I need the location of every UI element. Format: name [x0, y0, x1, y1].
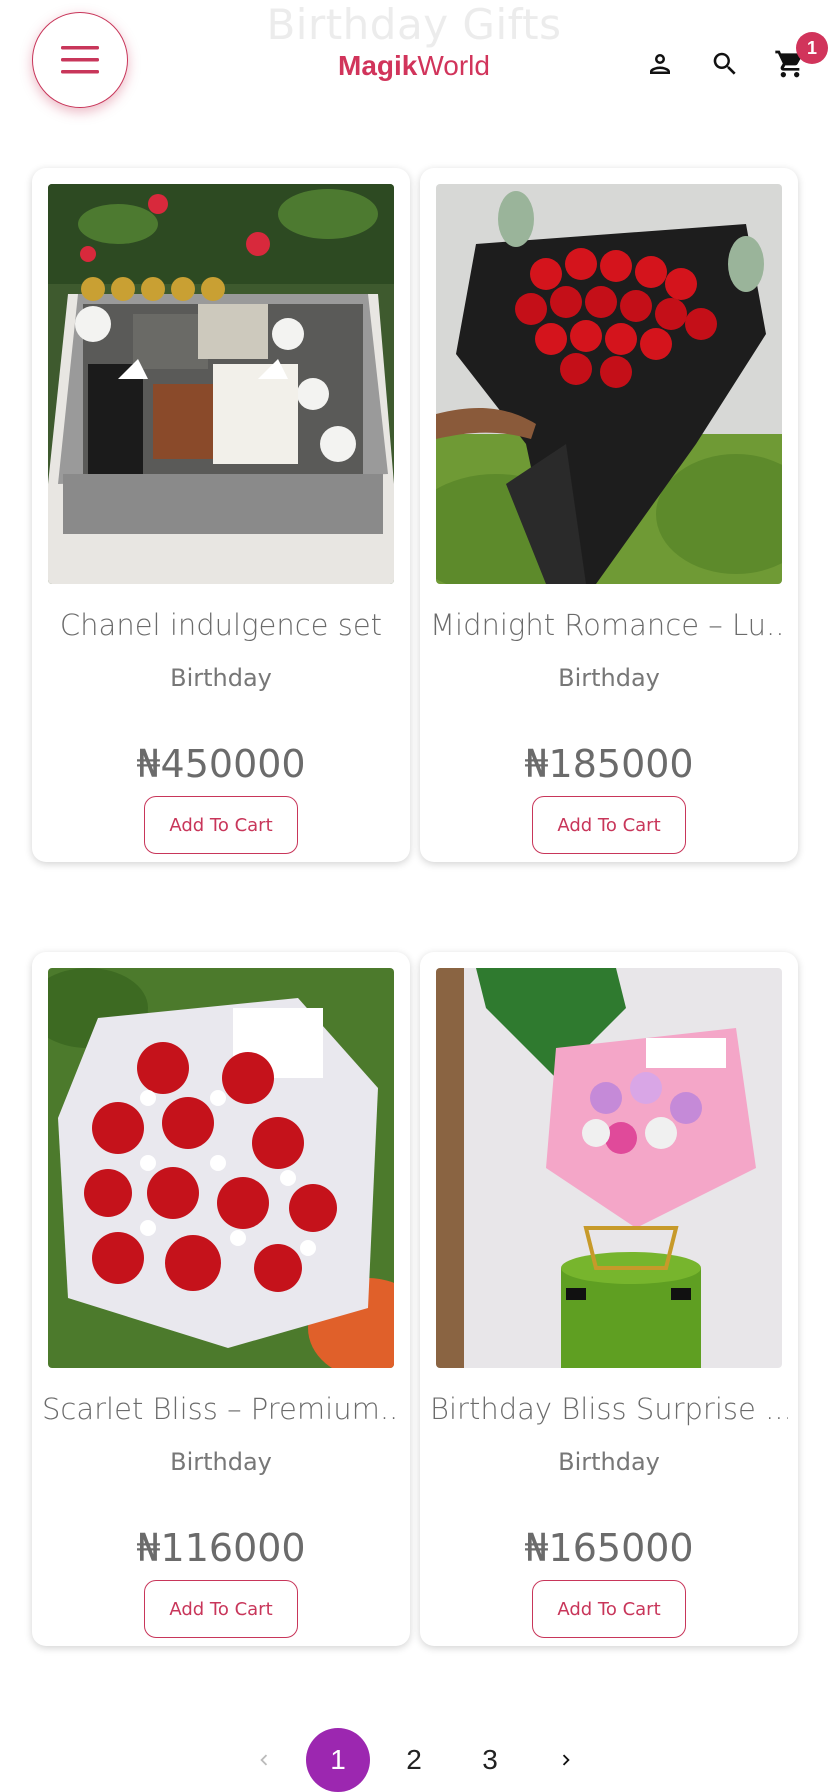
- site-header: Birthday Gifts MagikWorld 1: [0, 0, 828, 130]
- product-card[interactable]: Chanel indulgence set Birthday ₦450000 A…: [32, 168, 410, 862]
- chevron-right-icon: [562, 1754, 570, 1766]
- product-category: Birthday: [170, 664, 272, 692]
- product-price: ₦165000: [524, 1526, 694, 1570]
- product-card[interactable]: Scarlet Bliss – Premium... Birthday ₦116…: [32, 952, 410, 1646]
- product-name[interactable]: Birthday Bliss Surprise ...: [430, 1392, 788, 1426]
- product-name[interactable]: Scarlet Bliss – Premium...: [42, 1392, 400, 1426]
- add-to-cart-button[interactable]: Add To Cart: [144, 1580, 298, 1638]
- product-price: ₦450000: [136, 742, 306, 786]
- account-button[interactable]: [640, 44, 680, 84]
- search-icon: [713, 52, 736, 75]
- product-price: ₦116000: [136, 1526, 306, 1570]
- add-to-cart-button[interactable]: Add To Cart: [532, 1580, 686, 1638]
- user-icon: [650, 54, 670, 74]
- search-button[interactable]: [705, 44, 745, 84]
- product-image-gift-box[interactable]: [48, 184, 394, 584]
- product-image-rose-bouquet[interactable]: [436, 184, 782, 584]
- product-price: ₦185000: [524, 742, 694, 786]
- product-card[interactable]: Birthday Bliss Surprise ... Birthday ₦16…: [420, 952, 798, 1646]
- page-2-button[interactable]: 2: [392, 1728, 436, 1792]
- product-name[interactable]: Chanel indulgence set: [42, 608, 400, 642]
- prev-page-button[interactable]: [246, 1728, 282, 1792]
- product-image-birthday-bliss[interactable]: [436, 968, 782, 1368]
- product-name[interactable]: Midnight Romance – Lu...: [430, 608, 788, 642]
- product-image-scarlet-roses[interactable]: [48, 968, 394, 1368]
- add-to-cart-button[interactable]: Add To Cart: [144, 796, 298, 854]
- chevron-left-icon: [260, 1754, 268, 1766]
- add-to-cart-button[interactable]: Add To Cart: [532, 796, 686, 854]
- cart-button[interactable]: 1: [770, 32, 828, 84]
- product-card[interactable]: Midnight Romance – Lu... Birthday ₦18500…: [420, 168, 798, 862]
- product-category: Birthday: [558, 664, 660, 692]
- page-3-button[interactable]: 3: [468, 1728, 512, 1792]
- next-page-button[interactable]: [548, 1728, 584, 1792]
- product-category: Birthday: [558, 1448, 660, 1476]
- product-category: Birthday: [170, 1448, 272, 1476]
- cart-count-badge: 1: [796, 32, 828, 64]
- site-logo[interactable]: MagikWorld: [0, 50, 828, 82]
- page-1-button[interactable]: 1: [306, 1728, 370, 1792]
- pagination: 1 2 3: [0, 1728, 828, 1792]
